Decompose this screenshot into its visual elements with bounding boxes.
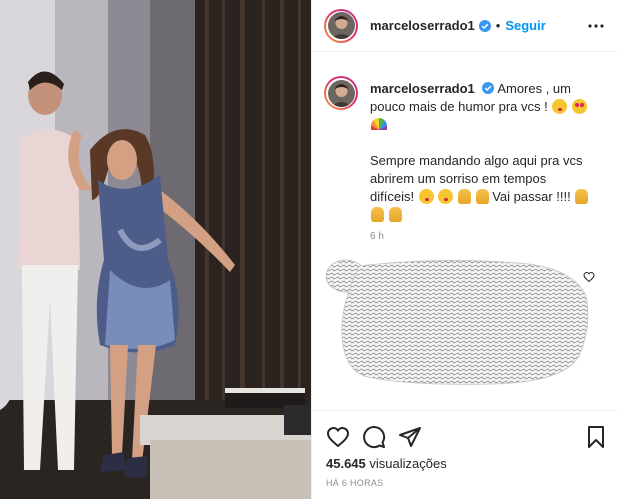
post-header: marceloserrado1 • Seguir: [312, 0, 617, 52]
comment-like-heart-icon[interactable]: [583, 271, 595, 283]
caption-avatar[interactable]: [324, 76, 358, 110]
post-details-panel: marceloserrado1 • Seguir marceloserrado1…: [311, 0, 617, 499]
kissing-face-emoji-icon: [438, 189, 454, 204]
view-count-label: visualizações: [369, 456, 447, 471]
praying-hands-emoji-icon: [575, 189, 589, 204]
verified-badge-icon: [482, 82, 495, 94]
rainbow-emoji-icon: [371, 118, 387, 130]
view-count[interactable]: 45.645 visualizações: [326, 456, 447, 471]
separator-dot: •: [495, 18, 501, 33]
view-count-number: 45.645: [326, 456, 366, 471]
caption-timestamp: 6 h: [370, 231, 384, 242]
caption-line-4: abrirem um sorriso em tempos: [370, 171, 547, 186]
post-actions-bar: [312, 410, 617, 450]
caption-username[interactable]: marceloserrado1: [370, 81, 475, 96]
praying-hands-emoji-icon: [388, 207, 402, 222]
caption-text: marceloserrado1 Amores , um pouco mais d…: [370, 80, 610, 224]
praying-hands-emoji-icon: [371, 207, 384, 222]
video-frame: [0, 0, 311, 499]
heart-eyes-emoji-icon: [572, 99, 587, 114]
caption-line-5b: Vai passar !!!!: [492, 189, 571, 204]
post-timestamp[interactable]: HÁ 6 HORAS: [326, 478, 384, 488]
kissing-face-emoji-icon: [418, 189, 434, 204]
redacted-comment: [325, 259, 589, 385]
caption-line-5: difíceis!: [370, 189, 415, 204]
follow-button[interactable]: Seguir: [505, 18, 545, 33]
praying-hands-emoji-icon: [475, 189, 489, 204]
caption-line-2: pouco mais de humor pra vcs !: [370, 99, 548, 114]
heart-icon[interactable]: [326, 425, 350, 449]
more-options-icon[interactable]: [586, 17, 606, 35]
kissing-face-emoji-icon: [552, 99, 568, 114]
avatar[interactable]: [324, 8, 358, 43]
caption-line-1: Amores , um: [497, 81, 571, 96]
caption-line-3: Sempre mandando algo aqui pra vcs: [370, 153, 583, 168]
bookmark-icon[interactable]: [584, 425, 608, 449]
post-video[interactable]: [0, 0, 311, 499]
paper-plane-icon[interactable]: [398, 425, 422, 449]
comment-icon[interactable]: [362, 425, 386, 449]
praying-hands-emoji-icon: [457, 189, 471, 204]
username-link[interactable]: marceloserrado1: [370, 18, 475, 33]
verified-badge-icon: [478, 19, 491, 32]
